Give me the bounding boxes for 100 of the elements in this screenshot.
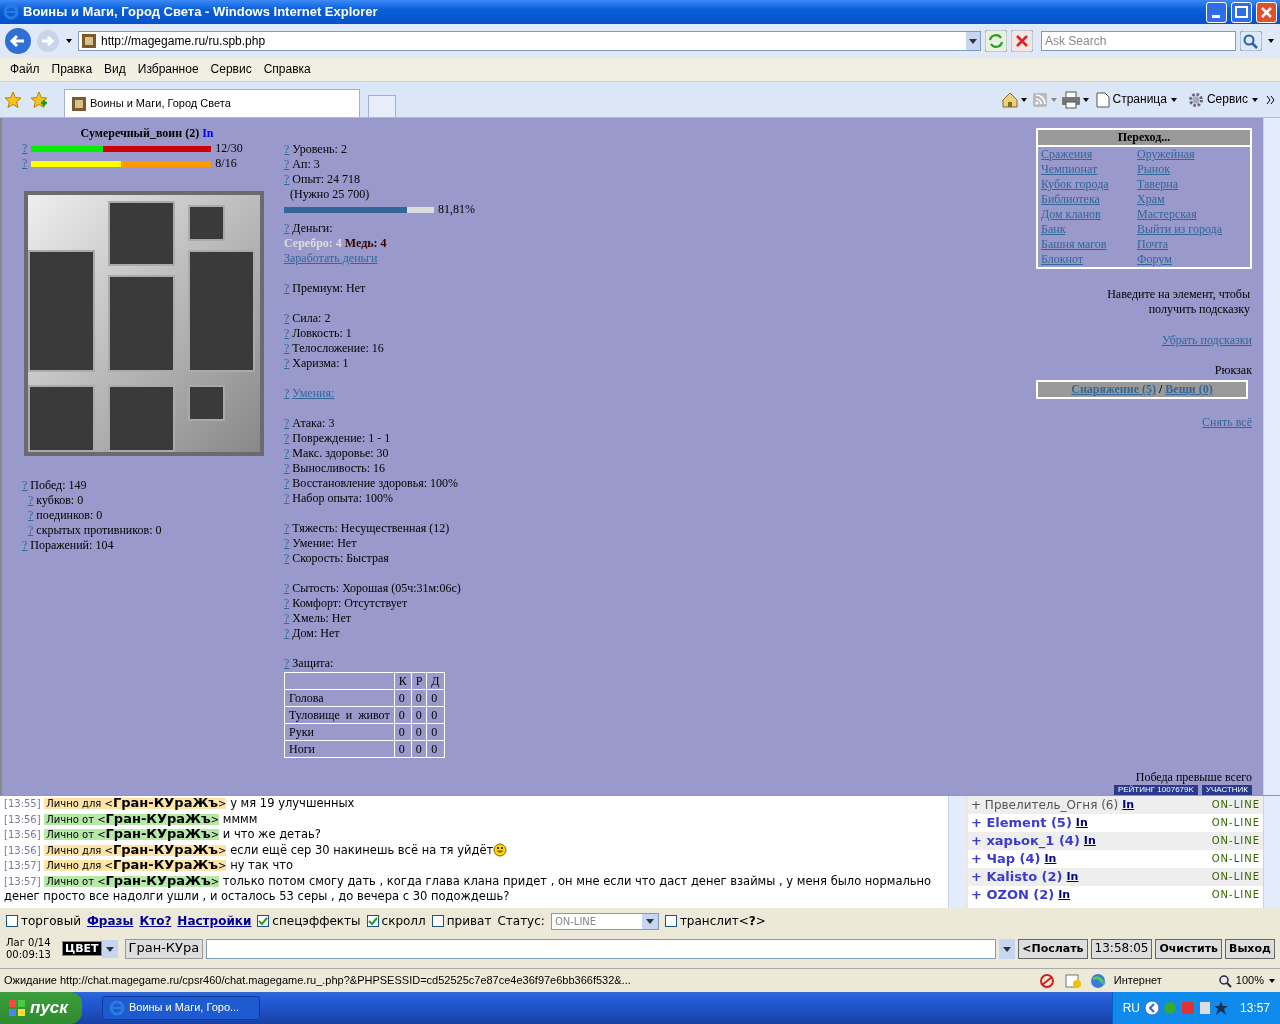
info-link[interactable]: In xyxy=(1122,798,1135,812)
zoom-control[interactable]: 100% xyxy=(1217,973,1276,988)
backpack-tab[interactable]: Вещи (0) xyxy=(1165,382,1213,396)
settings-link[interactable]: Фразы xyxy=(86,914,134,929)
help-link[interactable]: ? xyxy=(22,141,28,156)
navigation-link[interactable]: Таверна xyxy=(1137,177,1247,192)
help-link[interactable]: ? xyxy=(284,446,290,460)
toolbar-menu-button[interactable]: Сервис xyxy=(1184,91,1262,108)
stop-icon[interactable] xyxy=(1011,30,1033,52)
backpack-tab[interactable]: Снаряжение (5) xyxy=(1071,382,1156,396)
menu-item[interactable]: Правка xyxy=(45,62,99,77)
help-link[interactable]: ? xyxy=(284,536,290,550)
search-field[interactable]: Ask Search xyxy=(1041,31,1236,51)
help-link[interactable]: ? xyxy=(28,523,34,537)
user-name[interactable]: + Kalisto (2) xyxy=(971,869,1063,885)
user-name[interactable]: + OZON (2) xyxy=(971,887,1055,903)
navigation-link[interactable]: Блокнот xyxy=(1041,252,1137,267)
checkbox[interactable]: приват xyxy=(431,914,492,929)
help-link[interactable]: ? xyxy=(284,157,290,171)
help-link[interactable]: ? xyxy=(284,142,290,156)
checkbox[interactable]: спецэффекты xyxy=(257,914,361,929)
navigation-link[interactable]: Банк xyxy=(1041,222,1137,237)
help-link[interactable]: ? xyxy=(284,551,290,565)
info-link[interactable]: In xyxy=(202,126,214,140)
help-link[interactable]: ? xyxy=(284,626,290,640)
checkbox[interactable]: торговый xyxy=(6,914,81,929)
help-link[interactable]: ? xyxy=(284,461,290,475)
navigation-link[interactable]: Храм xyxy=(1137,192,1247,207)
settings-link[interactable]: Кто? xyxy=(139,914,172,929)
print-icon[interactable] xyxy=(1060,90,1089,109)
navigation-link[interactable]: Рынок xyxy=(1137,162,1247,177)
earn-money-link[interactable]: Заработать деньги xyxy=(284,251,378,265)
help-link[interactable]: ? xyxy=(284,596,290,610)
help-link[interactable]: ? xyxy=(284,281,290,295)
refresh-icon[interactable] xyxy=(985,30,1007,52)
start-button[interactable]: пуск xyxy=(0,992,82,1024)
chevron-icon[interactable] xyxy=(1266,93,1276,106)
help-link[interactable]: ? xyxy=(28,508,34,522)
help-link[interactable]: ? xyxy=(284,311,290,325)
unequip-all-link[interactable]: Снять всё xyxy=(1202,415,1252,429)
navigation-link[interactable]: Форум xyxy=(1137,252,1247,267)
info-link[interactable]: In xyxy=(1058,888,1071,902)
help-link[interactable]: ? xyxy=(22,538,28,552)
menu-item[interactable]: Вид xyxy=(98,62,132,77)
back-button[interactable] xyxy=(4,27,32,55)
navigation-link[interactable]: Оружейная xyxy=(1137,147,1247,162)
menu-item[interactable]: Файл xyxy=(4,62,46,77)
banner-ad[interactable]: РЕЙТИНГ 1007679K xyxy=(1113,785,1198,795)
checkbox[interactable]: скролл xyxy=(366,914,426,929)
banner-ad[interactable]: УЧАСТНИК xyxy=(1201,785,1252,795)
home-icon[interactable] xyxy=(1000,90,1027,109)
recipient-field[interactable]: Гран-КУра xyxy=(124,938,204,959)
navigation-link[interactable]: Сражения xyxy=(1041,147,1137,162)
help-link[interactable]: ? xyxy=(284,431,290,445)
navigation-link[interactable]: Кубок города xyxy=(1041,177,1137,192)
add-favorite-icon[interactable] xyxy=(30,90,48,109)
help-link[interactable]: ? xyxy=(284,416,290,430)
search-icon[interactable] xyxy=(1240,31,1262,51)
menu-item[interactable]: Сервис xyxy=(204,62,258,77)
help-link[interactable]: ? xyxy=(284,521,290,535)
help-link[interactable]: ? xyxy=(284,326,290,340)
help-link[interactable]: ? xyxy=(284,656,290,670)
help-link[interactable]: ? xyxy=(22,156,28,171)
help-link[interactable]: ? xyxy=(284,172,290,186)
action-button[interactable]: Выход xyxy=(1225,938,1275,959)
scrollbar[interactable] xyxy=(948,796,965,908)
info-link[interactable]: In xyxy=(1066,870,1079,884)
info-link[interactable]: In xyxy=(1083,834,1096,848)
info-link[interactable]: In xyxy=(1044,852,1057,866)
help-link[interactable]: ? xyxy=(284,581,290,595)
dropdown-icon[interactable] xyxy=(999,938,1016,959)
help-link[interactable]: ? xyxy=(284,611,290,625)
clock-button[interactable]: 13:58:05 xyxy=(1090,938,1153,959)
favorites-star-icon[interactable] xyxy=(4,90,22,109)
help-link[interactable]: ? xyxy=(284,341,290,355)
help-link[interactable]: ? xyxy=(284,356,290,370)
scrollbar[interactable] xyxy=(1263,118,1280,795)
scrollbar[interactable] xyxy=(1263,796,1280,908)
navigation-link[interactable]: Дом кланов xyxy=(1041,207,1137,222)
menu-item[interactable]: Справка xyxy=(257,62,317,77)
help-link[interactable]: ? xyxy=(284,221,290,235)
user-name[interactable]: + Element (5) xyxy=(971,815,1072,831)
navigation-link[interactable]: Выйти из города xyxy=(1137,222,1247,237)
language-indicator[interactable]: RU xyxy=(1122,1000,1140,1016)
browser-tab[interactable]: Воины и Маги, Город Света xyxy=(64,89,360,117)
help-link[interactable]: ? xyxy=(28,493,34,507)
navigation-link[interactable]: Библиотека xyxy=(1041,192,1137,207)
navigation-link[interactable]: Чемпионат xyxy=(1041,162,1137,177)
toolbar-menu-button[interactable]: Страница xyxy=(1092,91,1181,108)
help-link[interactable]: ? xyxy=(284,491,290,505)
address-field[interactable]: http://magegame.ru/ru.spb.php xyxy=(78,31,981,51)
user-name[interactable]: + Чар (4) xyxy=(971,851,1041,867)
action-button[interactable]: <Послать xyxy=(1018,938,1088,959)
user-name[interactable]: + харьок_1 (4) xyxy=(971,833,1080,849)
navigation-link[interactable]: Башня магов xyxy=(1041,237,1137,252)
help-link[interactable]: ? xyxy=(748,914,756,929)
checkbox[interactable]: транслит xyxy=(664,914,739,929)
action-button[interactable]: Очистить xyxy=(1155,938,1222,959)
info-link[interactable]: In xyxy=(1075,816,1088,830)
status-dropdown[interactable]: ON-LINE xyxy=(550,913,659,930)
